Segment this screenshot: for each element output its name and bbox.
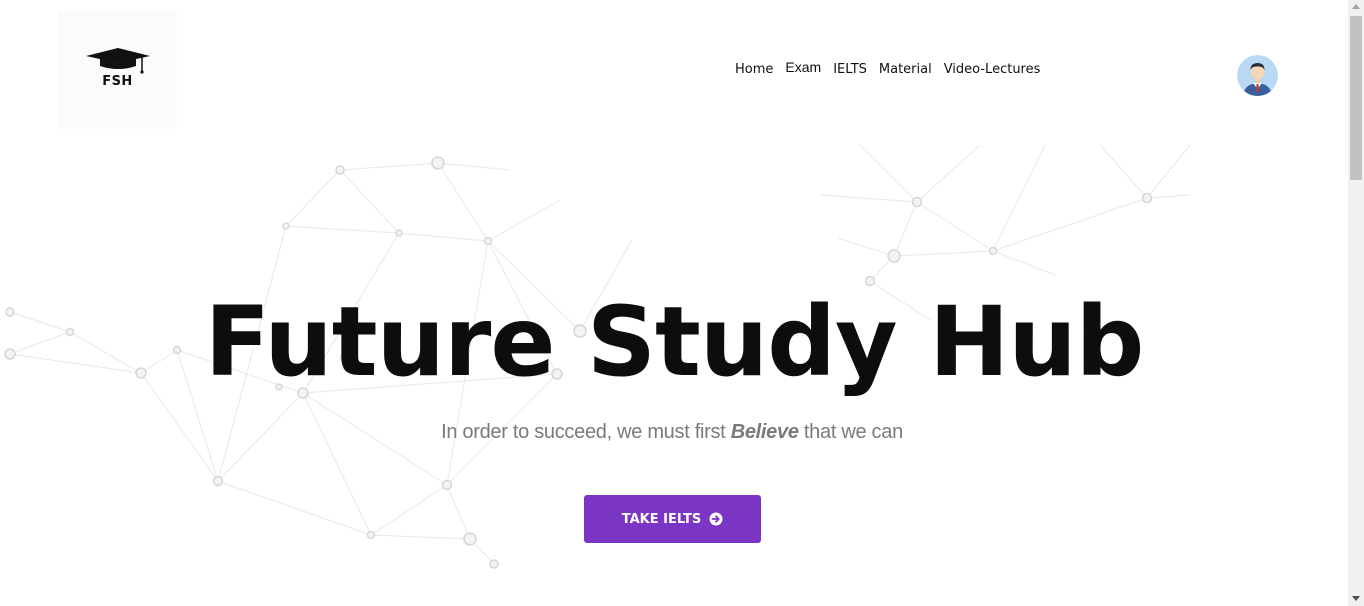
page: FSH Home Exam IELTS Material Video-Lectu… xyxy=(0,0,1364,606)
nav-home[interactable]: Home xyxy=(735,62,773,77)
logo-text: FSH xyxy=(102,74,133,89)
hero-subtitle-after: that we can xyxy=(798,421,903,443)
hero-subtitle: In order to succeed, we must first Belie… xyxy=(0,421,1344,444)
site-logo[interactable]: FSH xyxy=(58,10,177,129)
nav-exam[interactable]: Exam xyxy=(785,59,821,75)
take-ielts-label: TAKE IELTS xyxy=(621,511,702,527)
scroll-down-arrow-icon[interactable] xyxy=(1352,596,1360,601)
nav-material[interactable]: Material xyxy=(879,62,932,77)
scroll-thumb[interactable] xyxy=(1350,16,1362,180)
scroll-up-arrow-icon[interactable] xyxy=(1352,4,1360,9)
user-avatar-icon xyxy=(1237,55,1278,96)
graduation-cap-icon xyxy=(86,48,150,74)
main-nav: Home Exam IELTS Material Video-Lectures xyxy=(735,59,1041,77)
hero-subtitle-before: In order to succeed, we must first xyxy=(441,421,731,443)
nav-ielts[interactable]: IELTS xyxy=(833,62,867,77)
user-avatar[interactable] xyxy=(1237,55,1278,96)
take-ielts-button[interactable]: TAKE IELTS xyxy=(584,495,761,543)
arrow-circle-right-icon xyxy=(709,512,723,526)
page-scrollbar[interactable] xyxy=(1348,0,1364,606)
hero-subtitle-emphasis: Believe xyxy=(730,421,799,443)
nav-video-lectures[interactable]: Video-Lectures xyxy=(944,62,1041,77)
hero-title: Future Study Hub xyxy=(204,286,1145,398)
